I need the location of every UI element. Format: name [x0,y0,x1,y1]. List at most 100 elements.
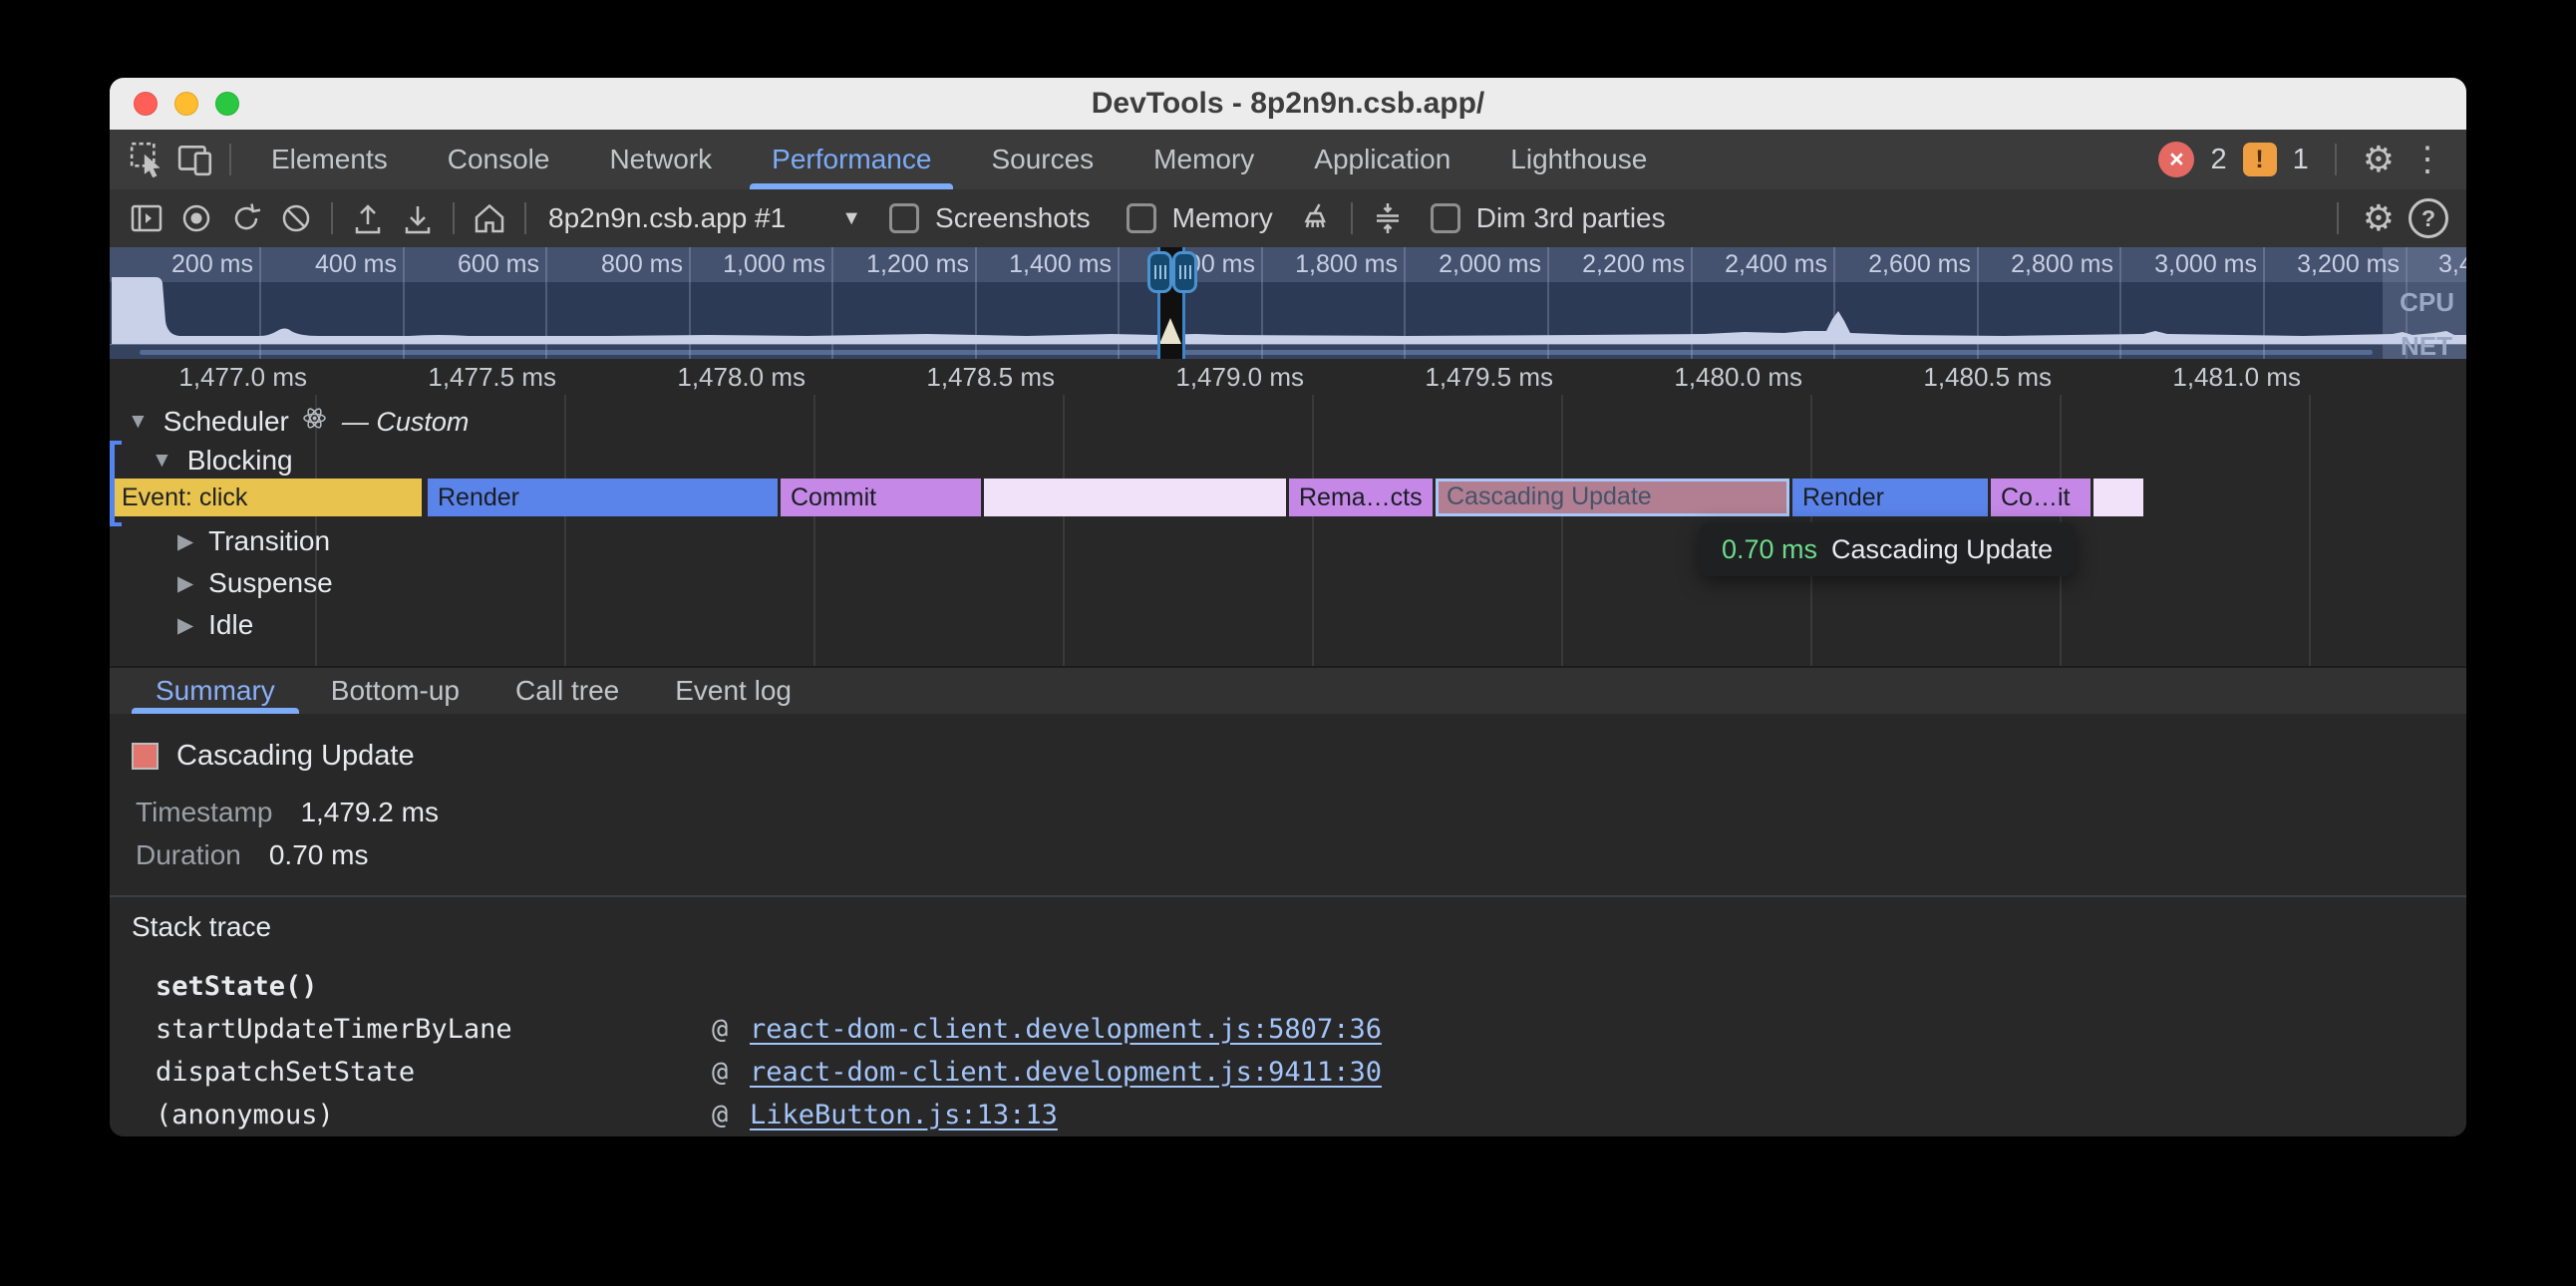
checkbox-icon[interactable] [889,203,919,233]
collect-garbage-icon[interactable] [1291,193,1341,243]
warning-badge-icon[interactable]: ! [2243,143,2277,176]
event-bar[interactable]: Render [428,479,778,516]
track-suspense[interactable]: ▶ Suspense [110,564,2466,602]
more-options-icon[interactable]: ⋮ [2411,143,2444,176]
capture-settings-gear-icon[interactable]: ⚙ [2363,200,2395,236]
expand-arrow-icon[interactable]: ▶ [177,529,193,554]
selection-cpu-peak [1159,318,1181,344]
toggle-sidebar-icon[interactable] [122,193,171,243]
dim-3rd-parties-checkbox[interactable]: Dim 3rd parties [1431,202,1666,234]
divider [229,144,231,175]
checkbox-icon[interactable] [1431,203,1460,233]
tab-bottom-up[interactable]: Bottom-up [303,668,487,714]
record-and-reload-icon[interactable] [221,193,271,243]
summary-fields: Timestamp1,479.2 msDuration0.70 ms [136,791,439,876]
ruler-tick-label: 1,480.0 ms [1643,359,1802,395]
expand-arrow-icon[interactable]: ▶ [177,613,193,638]
event-bar[interactable]: Commit [781,479,981,516]
history-select[interactable]: 8p2n9n.csb.app #1 ▼ [548,202,861,234]
ruler-tick-label: 1,477.0 ms [148,359,307,395]
divider [524,202,526,234]
collapse-arrow-icon[interactable]: ▼ [128,410,149,434]
details-tabbar: SummaryBottom-upCall treeEvent log [110,666,2466,714]
home-icon[interactable] [465,193,514,243]
error-count: 2 [2210,144,2226,176]
screenshots-checkbox[interactable]: Screenshots [889,202,1091,234]
ruler-tick-label: 1,480.5 ms [1892,359,2052,395]
stack-source-link[interactable]: LikeButton.js:13:13 [750,1100,1058,1130]
tab-application[interactable]: Application [1284,130,1480,189]
tab-event-log[interactable]: Event log [647,668,819,714]
help-icon[interactable]: ? [2409,198,2448,238]
event-bar[interactable]: Event: click [112,479,422,516]
performance-toolbar: 8p2n9n.csb.app #1 ▼ Screenshots Memory [110,189,2466,247]
ruler-tick-label: 1,478.5 ms [895,359,1055,395]
field-label: Timestamp [136,797,272,828]
overview-tick-label: 3,000 ms [2117,247,2257,282]
tab-sources[interactable]: Sources [961,130,1124,189]
download-profile-icon[interactable] [393,193,443,243]
detail-ruler: 1,477.0 ms1,477.5 ms1,478.0 ms1,478.5 ms… [110,359,2466,395]
track-transition[interactable]: ▶Transition [110,522,2466,560]
tab-call-tree[interactable]: Call tree [487,668,647,714]
event-bar[interactable]: Rema…cts [1289,479,1433,516]
tab-summary[interactable]: Summary [128,668,303,714]
event-row: Event: clickRenderCommitRema…ctsCascadin… [110,479,2466,516]
stack-fn: setState() [156,971,712,1002]
event-bar[interactable] [2093,479,2143,516]
track-blocking[interactable]: ▼ Blocking [110,442,2466,480]
settings-gear-icon[interactable]: ⚙ [2363,142,2395,177]
event-bar[interactable]: Cascading Update [1436,479,1789,516]
error-badge-icon[interactable]: × [2158,142,2194,177]
event-bar[interactable] [984,479,1286,516]
close-window-button[interactable] [134,92,158,116]
track-scheduler[interactable]: ▼ Scheduler — Custom [110,403,2466,441]
devtools-tabbar: ElementsConsoleNetworkPerformanceSources… [110,130,2466,189]
overview-tick-label: 3,200 ms [2260,247,2400,282]
stack-frame: dispatchSetState@react-dom-client.develo… [156,1051,2446,1094]
selection-left-handle[interactable] [1147,251,1172,293]
selected-track-bracket [110,441,122,526]
overview-tick-label: 2,000 ms [1402,247,1541,282]
field-value: 1,479.2 ms [300,797,439,828]
tab-network[interactable]: Network [579,130,742,189]
tab-memory[interactable]: Memory [1124,130,1284,189]
tab-performance[interactable]: Performance [742,130,961,189]
stack-frame: (anonymous)@LikeButton.js:13:13 [156,1094,2446,1136]
collapse-arrow-icon[interactable]: ▼ [152,449,172,473]
clear-icon[interactable] [271,193,321,243]
minimize-window-button[interactable] [174,92,198,116]
stack-trace-title: Stack trace [132,911,271,943]
overview-tick-label: 1,200 ms [829,247,969,282]
track-suffix: — Custom [342,407,470,438]
event-bar[interactable]: Co…it [1991,479,2091,516]
stack-source-link[interactable]: react-dom-client.development.js:5807:36 [750,1014,1382,1045]
selection-right-handle[interactable] [1172,251,1197,293]
event-bar[interactable]: Render [1792,479,1988,516]
zoom-window-button[interactable] [215,92,239,116]
summary-field: Timestamp 1,479.2 ms [136,791,439,833]
track-label: Suspense [208,567,333,599]
tab-console[interactable]: Console [418,130,580,189]
memory-checkbox[interactable]: Memory [1127,202,1273,234]
record-icon[interactable] [171,193,221,243]
divider [2337,202,2339,234]
flame-chart[interactable]: ▼ Scheduler — Custom ▼ Blocking Event: c… [110,395,2466,666]
selected-event-legend: Cascading Update [132,740,415,773]
stack-at-symbol: @ [712,1014,750,1045]
net-lane-label: NET [2401,331,2452,359]
expand-arrow-icon[interactable]: ▶ [177,571,193,596]
device-toolbar-icon[interactable] [171,130,219,189]
tab-elements[interactable]: Elements [241,130,418,189]
checkbox-icon[interactable] [1127,203,1156,233]
stack-source-link[interactable]: react-dom-client.development.js:9411:30 [750,1057,1382,1088]
track-idle[interactable]: ▶Idle [110,606,2466,644]
timeline-overview[interactable]: 200 ms400 ms600 ms800 ms1,000 ms1,200 ms… [110,247,2466,359]
overview-tick-label: 2,400 ms [1688,247,1827,282]
inspect-element-icon[interactable] [124,130,171,189]
field-value: 0.70 ms [269,839,369,871]
upload-profile-icon[interactable] [343,193,393,243]
collapse-sections-icon[interactable] [1363,193,1413,243]
overview-tick-label: 1,000 ms [686,247,825,282]
tab-lighthouse[interactable]: Lighthouse [1480,130,1677,189]
